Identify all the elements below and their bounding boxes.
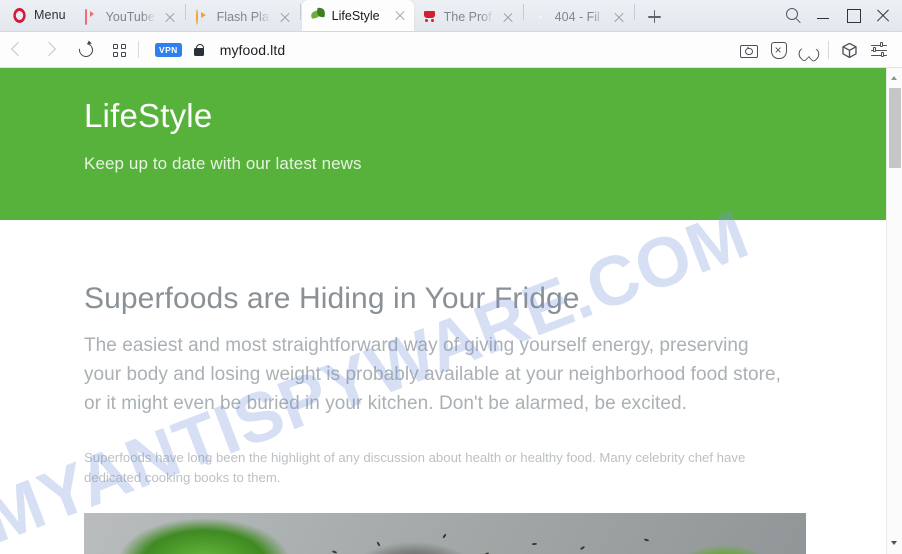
opera-menu-button[interactable]: Menu (0, 0, 76, 31)
scrollbar-thumb[interactable] (889, 88, 901, 168)
back-arrow-icon[interactable] (0, 32, 34, 68)
tab-the-prof[interactable]: The Prof (414, 3, 522, 31)
url-text[interactable]: myfood.ltd (220, 42, 286, 58)
tab-strip: Menu YouTube Flash Pla LifeStyle The Pro… (0, 0, 902, 32)
tab-list: YouTube Flash Pla LifeStyle The Prof 404… (76, 0, 778, 31)
tab-404[interactable]: 404 - Fil (525, 3, 633, 31)
tab-title: YouTube (105, 10, 155, 24)
opera-browser-window: Menu YouTube Flash Pla LifeStyle The Pro… (0, 0, 902, 554)
tab-title: The Prof (443, 10, 492, 24)
article-title: Superfoods are Hiding in Your Fridge (84, 282, 580, 315)
tab-close-icon[interactable] (162, 9, 178, 25)
forward-arrow-icon[interactable] (34, 32, 68, 68)
tab-close-icon[interactable] (500, 9, 516, 25)
site-title: LifeStyle (84, 97, 213, 134)
tab-flash-player[interactable]: Flash Pla (187, 3, 299, 31)
nav-separator (138, 41, 139, 58)
tab-separator (522, 3, 524, 20)
leaf-icon (311, 8, 326, 23)
web-page-content: LifeStyle Keep up to date with our lates… (0, 68, 886, 554)
tab-separator (299, 3, 301, 20)
menu-button-label: Menu (34, 8, 66, 22)
heart-favorites-icon[interactable] (793, 32, 823, 68)
youtube-icon (84, 8, 100, 25)
address-bar: VPN myfood.ltd (0, 32, 902, 68)
page-scrollbar[interactable] (886, 68, 902, 554)
tab-title: Flash Pla (216, 10, 269, 24)
tab-separator (633, 3, 635, 20)
camera-snapshot-icon[interactable] (733, 32, 763, 68)
maximize-icon[interactable] (838, 0, 868, 31)
padlock-icon[interactable] (191, 42, 207, 58)
tab-close-icon[interactable] (277, 9, 293, 25)
tab-lifestyle[interactable]: LifeStyle (301, 0, 414, 31)
article-body: Superfoods are Hiding in Your Fridge The… (0, 220, 886, 554)
cube-extensions-icon[interactable] (834, 32, 864, 68)
article-note-paragraph: Superfoods have long been the highlight … (84, 449, 746, 486)
tab-close-icon[interactable] (392, 8, 408, 24)
scroll-down-arrow-icon[interactable] (887, 535, 902, 551)
site-tagline: Keep up to date with our latest news (84, 154, 362, 174)
grid-icon[interactable] (102, 32, 136, 68)
easy-setup-sliders-icon[interactable] (864, 32, 894, 68)
tab-separator (184, 3, 186, 20)
search-icon[interactable] (778, 0, 808, 31)
tab-youtube[interactable]: YouTube (76, 3, 184, 31)
flash-player-icon (195, 8, 211, 25)
tab-title: LifeStyle (331, 8, 380, 23)
adblock-shield-icon[interactable] (763, 32, 793, 68)
window-controls (778, 0, 902, 31)
scroll-up-arrow-icon[interactable] (887, 70, 902, 86)
page-viewport: LifeStyle Keep up to date with our lates… (0, 68, 902, 554)
opera-logo-icon (13, 7, 26, 23)
tab-title: 404 - Fil (554, 10, 600, 24)
reload-icon[interactable] (68, 32, 102, 68)
article-photo (84, 513, 806, 554)
vpn-badge[interactable]: VPN (155, 42, 182, 57)
minimize-icon[interactable] (808, 0, 838, 31)
action-separator (828, 40, 829, 59)
close-icon[interactable] (868, 0, 898, 31)
address-bar-actions (733, 32, 902, 68)
tab-close-icon[interactable] (611, 9, 627, 25)
article-lead-paragraph: The easiest and most straightforward way… (84, 335, 781, 414)
site-hero-banner: LifeStyle Keep up to date with our lates… (0, 68, 886, 220)
lightning-bolt-icon (534, 10, 549, 25)
shopping-cart-icon (423, 10, 438, 25)
new-tab-button[interactable] (640, 3, 668, 31)
